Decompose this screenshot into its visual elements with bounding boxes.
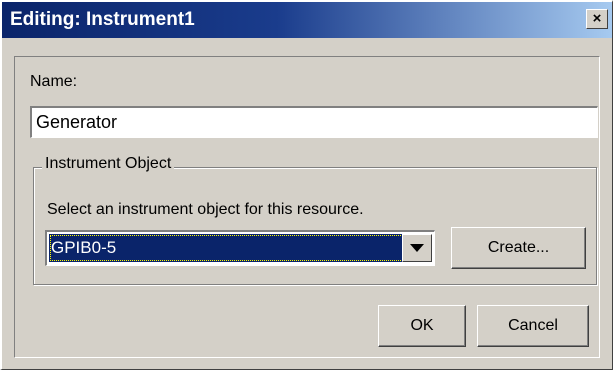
close-icon: × [592, 10, 602, 27]
instruction-text: Select an instrument object for this res… [47, 201, 364, 218]
title-bar[interactable]: Editing: Instrument1 × [2, 2, 612, 38]
create-button[interactable]: Create... [451, 227, 586, 269]
name-input[interactable] [30, 106, 598, 138]
instrument-object-legend: Instrument Object [42, 155, 175, 173]
chevron-down-icon [410, 244, 424, 252]
window-title: Editing: Instrument1 [10, 9, 195, 30]
close-button[interactable]: × [586, 9, 608, 29]
cancel-button[interactable]: Cancel [477, 305, 589, 347]
instrument-object-select[interactable]: GPIB0-5 [45, 230, 435, 266]
selected-instrument-value[interactable]: GPIB0-5 [49, 234, 404, 262]
ok-button[interactable]: OK [378, 305, 466, 347]
name-label: Name: [30, 73, 78, 90]
dropdown-button[interactable] [402, 234, 432, 262]
